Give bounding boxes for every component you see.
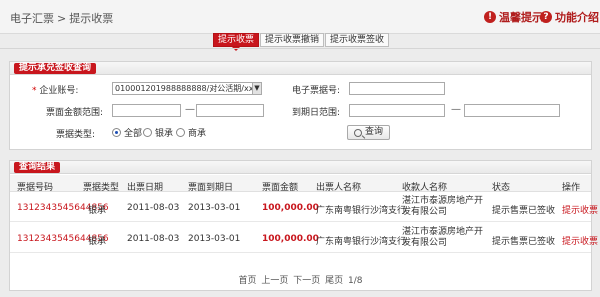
guide-label: 功能介绍 (555, 11, 599, 24)
breadcrumb: 电子汇票 > 提示收票 (10, 10, 113, 26)
due-from-input[interactable] (349, 104, 445, 117)
amount-cell: 100,000.00 (262, 234, 319, 244)
search-icon (354, 128, 362, 137)
pager-next[interactable]: 下一页 (293, 276, 320, 286)
results-panel: 查询结果 票据号码 票据类型 出票日期 票面到期日 票面金额 出票人名称 收款人… (9, 160, 598, 291)
due-range-dash: — (451, 104, 461, 115)
due-date-cell: 2013-03-01 (188, 234, 241, 244)
tab-bar: 提示收票 提示收票撤销 提示收票签收 (213, 33, 390, 51)
top-bar: 电子汇票 > 提示收票 ! 温馨提示 ? 功能介绍 (0, 0, 600, 34)
pager-page-indicator: 1/8 (348, 276, 363, 286)
amount-range-dash: — (185, 104, 195, 115)
question-icon: ? (540, 11, 552, 23)
search-panel: 提示承兑签收查询 * 企业账号: 010001201988888888/对公活期… (9, 61, 592, 150)
tips-link[interactable]: ! 温馨提示 (484, 9, 543, 25)
issue-date-cell: 2011-08-03 (127, 234, 180, 244)
bill-no-input[interactable] (349, 82, 445, 95)
bill-type-commercial-radio[interactable]: 商承 (176, 126, 206, 139)
present-receive-action-link[interactable]: 提示收票 (562, 234, 598, 247)
amount-to-input[interactable] (196, 104, 264, 117)
due-date-cell: 2013-03-01 (188, 203, 241, 213)
chevron-down-icon[interactable]: ▼ (252, 83, 261, 94)
due-to-input[interactable] (464, 104, 560, 117)
bill-type-cell: 银承 (88, 237, 107, 247)
payee-cell: 湛江市泰源房地产开发有限公司 (402, 227, 484, 248)
bill-no-label: 电子票据号: (292, 86, 341, 96)
tab-present-receive[interactable]: 提示收票 (213, 33, 260, 51)
breadcrumb-item-current: 提示收票 (69, 12, 114, 25)
status-cell: 提示售票已签收 (492, 206, 556, 216)
pagination: 首页 上一页 下一页 尾页 1/8 (10, 273, 591, 286)
account-label: * 企业账号: (32, 83, 78, 96)
tab-divider (0, 48, 600, 49)
table-header: 票据号码 票据类型 出票日期 票面到期日 票面金额 出票人名称 收款人名称 状态… (10, 175, 591, 193)
bill-type-all-label: 全部 (124, 129, 143, 139)
bill-type-bank-radio[interactable]: 银承 (143, 126, 173, 139)
query-button-label: 查询 (365, 127, 384, 137)
radio-off-icon (143, 128, 152, 137)
table-row: 1312343545644856 银承 2011-08-03 2013-03-0… (10, 223, 598, 253)
amount-from-input[interactable] (112, 104, 181, 117)
drawer-cell: 广东南粤银行沙湾支行 (316, 206, 407, 216)
amount-cell: 100,000.00 (262, 203, 319, 213)
tips-label: 温馨提示 (499, 11, 543, 24)
amount-range-label: 票面金额范围: (46, 108, 104, 118)
exclamation-icon: ! (484, 11, 496, 23)
present-receive-action-link[interactable]: 提示收票 (562, 203, 598, 216)
radio-off-icon (176, 128, 185, 137)
tab-present-receive-revoke[interactable]: 提示收票撤销 (260, 33, 325, 47)
pager-prev[interactable]: 上一页 (261, 276, 288, 286)
pager-first[interactable]: 首页 (238, 276, 256, 286)
drawer-cell: 广东南粤银行沙湾支行 (316, 237, 407, 247)
issue-date-cell: 2011-08-03 (127, 203, 180, 213)
bill-type-bank-label: 银承 (155, 129, 174, 139)
query-button[interactable]: 查询 (347, 125, 391, 140)
bill-type-commercial-label: 商承 (188, 129, 207, 139)
breadcrumb-separator: > (57, 12, 67, 25)
pager-last[interactable]: 尾页 (325, 276, 343, 286)
results-panel-title: 查询结果 (14, 162, 61, 173)
search-panel-header: 提示承兑签收查询 (10, 62, 591, 75)
table-row: 1312343545644856 银承 2011-08-03 2013-03-0… (10, 192, 598, 222)
status-cell: 提示售票已签收 (492, 237, 556, 247)
account-label-text: 企业账号: (39, 86, 79, 96)
radio-on-icon (112, 128, 121, 137)
guide-link[interactable]: ? 功能介绍 (540, 9, 599, 25)
due-range-label: 到期日范围: (292, 108, 341, 118)
bill-type-label: 票据类型: (56, 130, 96, 140)
tab-present-receive-sign[interactable]: 提示收票签收 (325, 33, 390, 47)
account-select-value: 010001201988888888/对公活期/xxx公 (115, 84, 262, 93)
results-panel-header: 查询结果 (10, 161, 591, 174)
search-panel-title: 提示承兑签收查询 (14, 63, 97, 74)
breadcrumb-item-e-draft[interactable]: 电子汇票 (10, 12, 54, 25)
payee-cell: 湛江市泰源房地产开发有限公司 (402, 196, 484, 217)
account-select[interactable]: 010001201988888888/对公活期/xxx公 (112, 82, 262, 95)
required-marker: * (32, 86, 37, 96)
bill-type-cell: 银承 (88, 206, 107, 216)
bill-type-all-radio[interactable]: 全部 (112, 126, 142, 139)
